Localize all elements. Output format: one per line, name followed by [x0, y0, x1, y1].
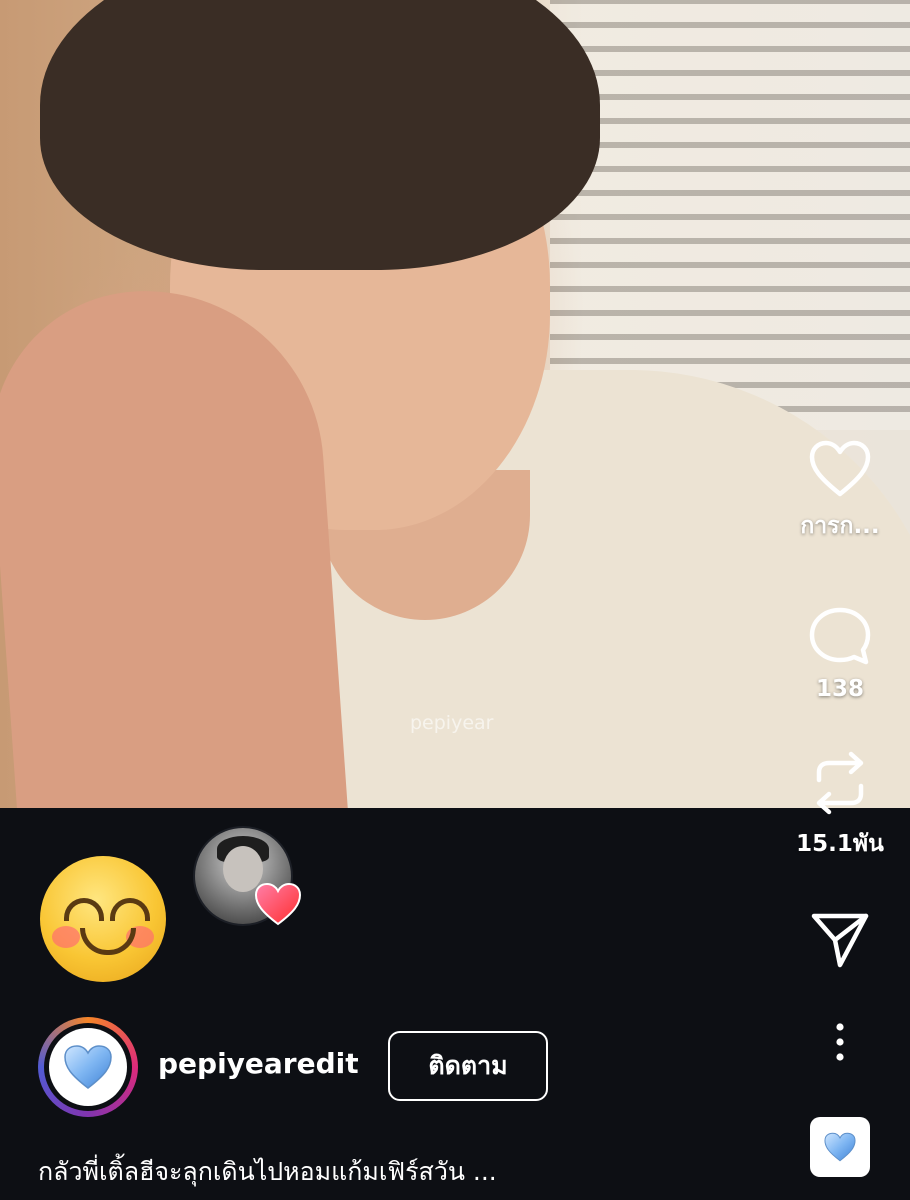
- blue-heart-icon: [64, 1045, 112, 1089]
- repost-button[interactable]: 15.1พัน: [790, 750, 890, 862]
- post-caption[interactable]: กลัวพี่เติ้ลฮีจะลุกเดินไปหอมแก้มเฟิร์สวั…: [38, 1152, 497, 1192]
- emoji-mouth: [80, 928, 136, 955]
- like-button[interactable]: การก...: [790, 440, 890, 544]
- smiling-face-emoji: [40, 856, 166, 982]
- emoji-left-cheek: [52, 926, 80, 948]
- comment-button[interactable]: 138: [790, 606, 890, 702]
- blue-heart-icon: [824, 1132, 856, 1162]
- more-options-button[interactable]: [790, 1022, 890, 1062]
- emoji-right-eye: [110, 898, 150, 921]
- heart-icon: [254, 882, 302, 926]
- heart-outline-icon: [809, 440, 871, 497]
- audio-thumbnail[interactable]: [810, 1117, 870, 1177]
- send-icon: [811, 913, 869, 968]
- repost-icon: [816, 751, 864, 815]
- more-vertical-icon: [836, 1023, 844, 1061]
- repost-count: 15.1พัน: [796, 831, 884, 857]
- follow-button[interactable]: ติดตาม: [388, 1031, 548, 1101]
- video-watermark: pepiyear: [410, 712, 494, 734]
- video-player[interactable]: pepiyear: [0, 0, 910, 808]
- profile-avatar-inner: [44, 1023, 132, 1111]
- profile-avatar[interactable]: [38, 1017, 138, 1117]
- person-hair: [40, 0, 600, 270]
- emoji-left-eye: [64, 898, 104, 921]
- profile-picture: [49, 1028, 127, 1106]
- comment-bubble-icon: [809, 607, 871, 665]
- comment-count: 138: [815, 676, 864, 702]
- share-button[interactable]: [790, 910, 890, 970]
- like-label: การก...: [800, 513, 880, 539]
- username[interactable]: pepiyearedit: [158, 1047, 359, 1080]
- background-wall: [550, 0, 910, 430]
